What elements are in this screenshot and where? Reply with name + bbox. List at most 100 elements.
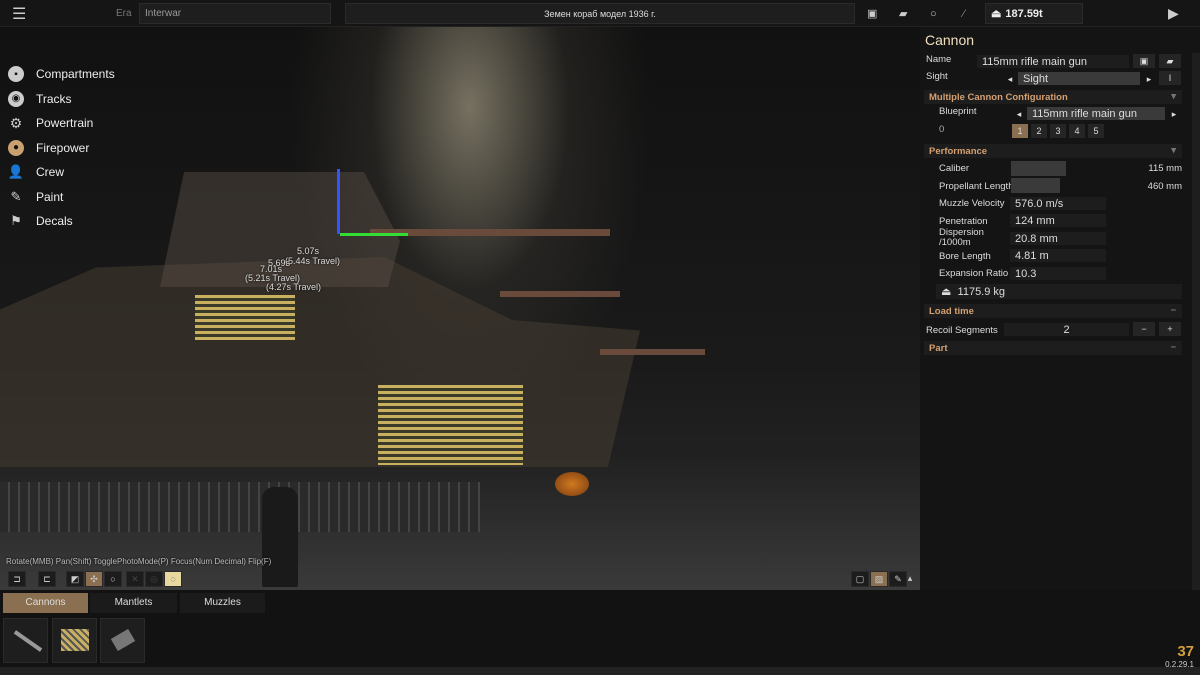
gizmo-y-axis[interactable] [337,169,340,234]
open-folder-icon[interactable]: ▰ [1159,54,1181,68]
ammo-rack [195,295,295,340]
move-tool[interactable]: ✣ [85,571,103,587]
track-icon: ◉ [8,90,24,107]
sight-info-button[interactable]: I [1159,71,1181,85]
menu-decals[interactable]: ⚑ Decals [8,209,115,234]
count-button-5[interactable]: 5 [1088,124,1104,138]
vehicle-name-input[interactable]: Земен кораб модел 1936 г. [345,3,855,24]
part-tile-cannon[interactable] [3,618,48,663]
reload-label: (5.44s Travel) [285,256,341,266]
menu-label: Firepower [36,140,90,155]
save-icon[interactable]: ▣ [1133,54,1155,68]
count-button-1[interactable]: 1 [1012,124,1028,138]
3d-viewport[interactable]: 5.07s (5.44s Travel) 7.01s 5.69s (5.21s … [0,27,920,590]
redo-button[interactable]: ⊏ [38,571,56,587]
era-select[interactable]: Interwar [139,3,331,24]
menu-label: Decals [36,214,73,229]
save-icon[interactable]: ▣ [867,0,877,27]
local-space-toggle[interactable]: ◌ [164,571,182,587]
cannon-panel: Cannon Name 115mm rifle main gun ▣ ▰ Sig… [920,27,1200,590]
panel-title: Cannon [925,32,975,48]
wireframe-toggle[interactable]: ▢ [851,571,869,587]
tab-mantlets[interactable]: Mantlets [90,593,177,613]
weight-icon: ⏏ [941,286,952,298]
secondary-gun-barrel [600,349,705,355]
bottom-scrollbar[interactable] [0,667,1200,675]
collapse-icon: ▾ [1171,145,1176,156]
stat-value: 20.8 mm [1010,232,1106,245]
performance-section-header[interactable]: Performance ▾ [924,144,1182,158]
menu-compartments[interactable]: ▪ Compartments [8,62,115,87]
open-folder-icon[interactable]: ▰ [899,0,907,27]
weight-value: 187.59t [1005,7,1043,20]
menu-label: Paint [36,189,64,204]
undo-button[interactable]: ⊐ [8,571,26,587]
menu-paint[interactable]: ✎ Paint [8,185,115,210]
part-tile-breech[interactable] [100,618,145,663]
propellant-value: 460 mm [1147,181,1182,192]
recoil-decrease-button[interactable]: − [1133,322,1155,336]
gizmo-x-axis[interactable] [340,233,408,236]
parts-tray: Cannons Mantlets Muzzles 37 0.2.29.1 [0,590,1200,675]
rotate-tool[interactable]: ○ [104,571,122,587]
section-title: Part [929,343,948,354]
decal-icon: ⚑ [10,213,22,229]
top-bar: ☰ Era Interwar Земен кораб модел 1936 г.… [0,0,1200,27]
collapse-icon: − [1170,305,1176,316]
reload-label: 5.69s [268,258,291,268]
mass-value: 1175.9 kg [957,286,1006,298]
cube-icon: ▪ [8,66,24,83]
collapse-icon: − [1170,342,1176,353]
menu-tracks[interactable]: ◉ Tracks [8,87,115,112]
ammo-rack [378,385,523,465]
sight-select[interactable]: Sight [1018,72,1140,85]
section-title: Multiple Cannon Configuration [929,92,1068,103]
blueprint-prev-icon[interactable]: ◂ [1013,107,1025,121]
blueprint-next-icon[interactable]: ▸ [1169,107,1179,121]
mcc-section-header[interactable]: Multiple Cannon Configuration ▾ [924,90,1182,104]
scale-tool[interactable]: ◩ [66,571,84,587]
hamburger-menu-icon[interactable]: ☰ [12,0,26,27]
count-button-4[interactable]: 4 [1069,124,1085,138]
secondary-gun-barrel [500,291,620,297]
reload-label: 5.07s [297,246,320,256]
disabled-tool[interactable]: ✕ [126,571,144,587]
section-title: Performance [929,146,988,157]
menu-label: Crew [36,165,65,180]
ammo-rack-icon [61,629,89,651]
disabled-tool[interactable]: ◎ [145,571,163,587]
caliber-value: 115 mm [1148,163,1182,174]
tab-cannons[interactable]: Cannons [3,593,88,613]
version-label: 0.2.29.1 [1165,660,1194,669]
blueprint-select[interactable]: 115mm rifle main gun [1027,107,1165,120]
recoil-increase-button[interactable]: + [1159,322,1181,336]
play-icon[interactable]: ▶ [1168,0,1179,27]
part-tile-ammo-rack[interactable] [52,618,97,663]
stat-label: Dispersion /1000m [939,227,984,248]
tab-muzzles[interactable]: Muzzles [180,593,265,613]
name-input[interactable]: 115mm rifle main gun [977,55,1129,68]
recoil-value: 2 [1004,323,1129,336]
sight-prev-icon[interactable]: ◂ [1004,72,1016,86]
gear-marker-icon [555,472,589,496]
count-button-2[interactable]: 2 [1031,124,1047,138]
menu-firepower[interactable]: ● Firepower [8,136,115,161]
section-title: Load time [929,306,974,317]
expand-icon[interactable]: ▴ [905,571,915,587]
refresh-icon[interactable]: ○ [930,0,937,27]
menu-label: Tracks [36,91,72,106]
pin-icon[interactable]: ⁄ [963,0,965,27]
load-time-section-header[interactable]: Load time − [924,304,1182,318]
menu-powertrain[interactable]: ⚙ Powertrain [8,111,115,136]
mass-display: ⏏ 1175.9 kg [936,284,1182,299]
part-section-header[interactable]: Part − [924,341,1182,355]
brush-icon: ✎ [10,188,22,204]
soldier-figure [262,487,298,587]
sight-next-icon[interactable]: ▸ [1144,72,1154,86]
count-button-3[interactable]: 3 [1050,124,1066,138]
gear-icon: ⚙ [9,114,23,131]
texture-toggle[interactable]: ▨ [870,571,888,587]
weight-icon: ⏏ [991,8,1002,20]
era-label: Era [116,8,132,19]
menu-crew[interactable]: 👤 Crew [8,160,115,185]
